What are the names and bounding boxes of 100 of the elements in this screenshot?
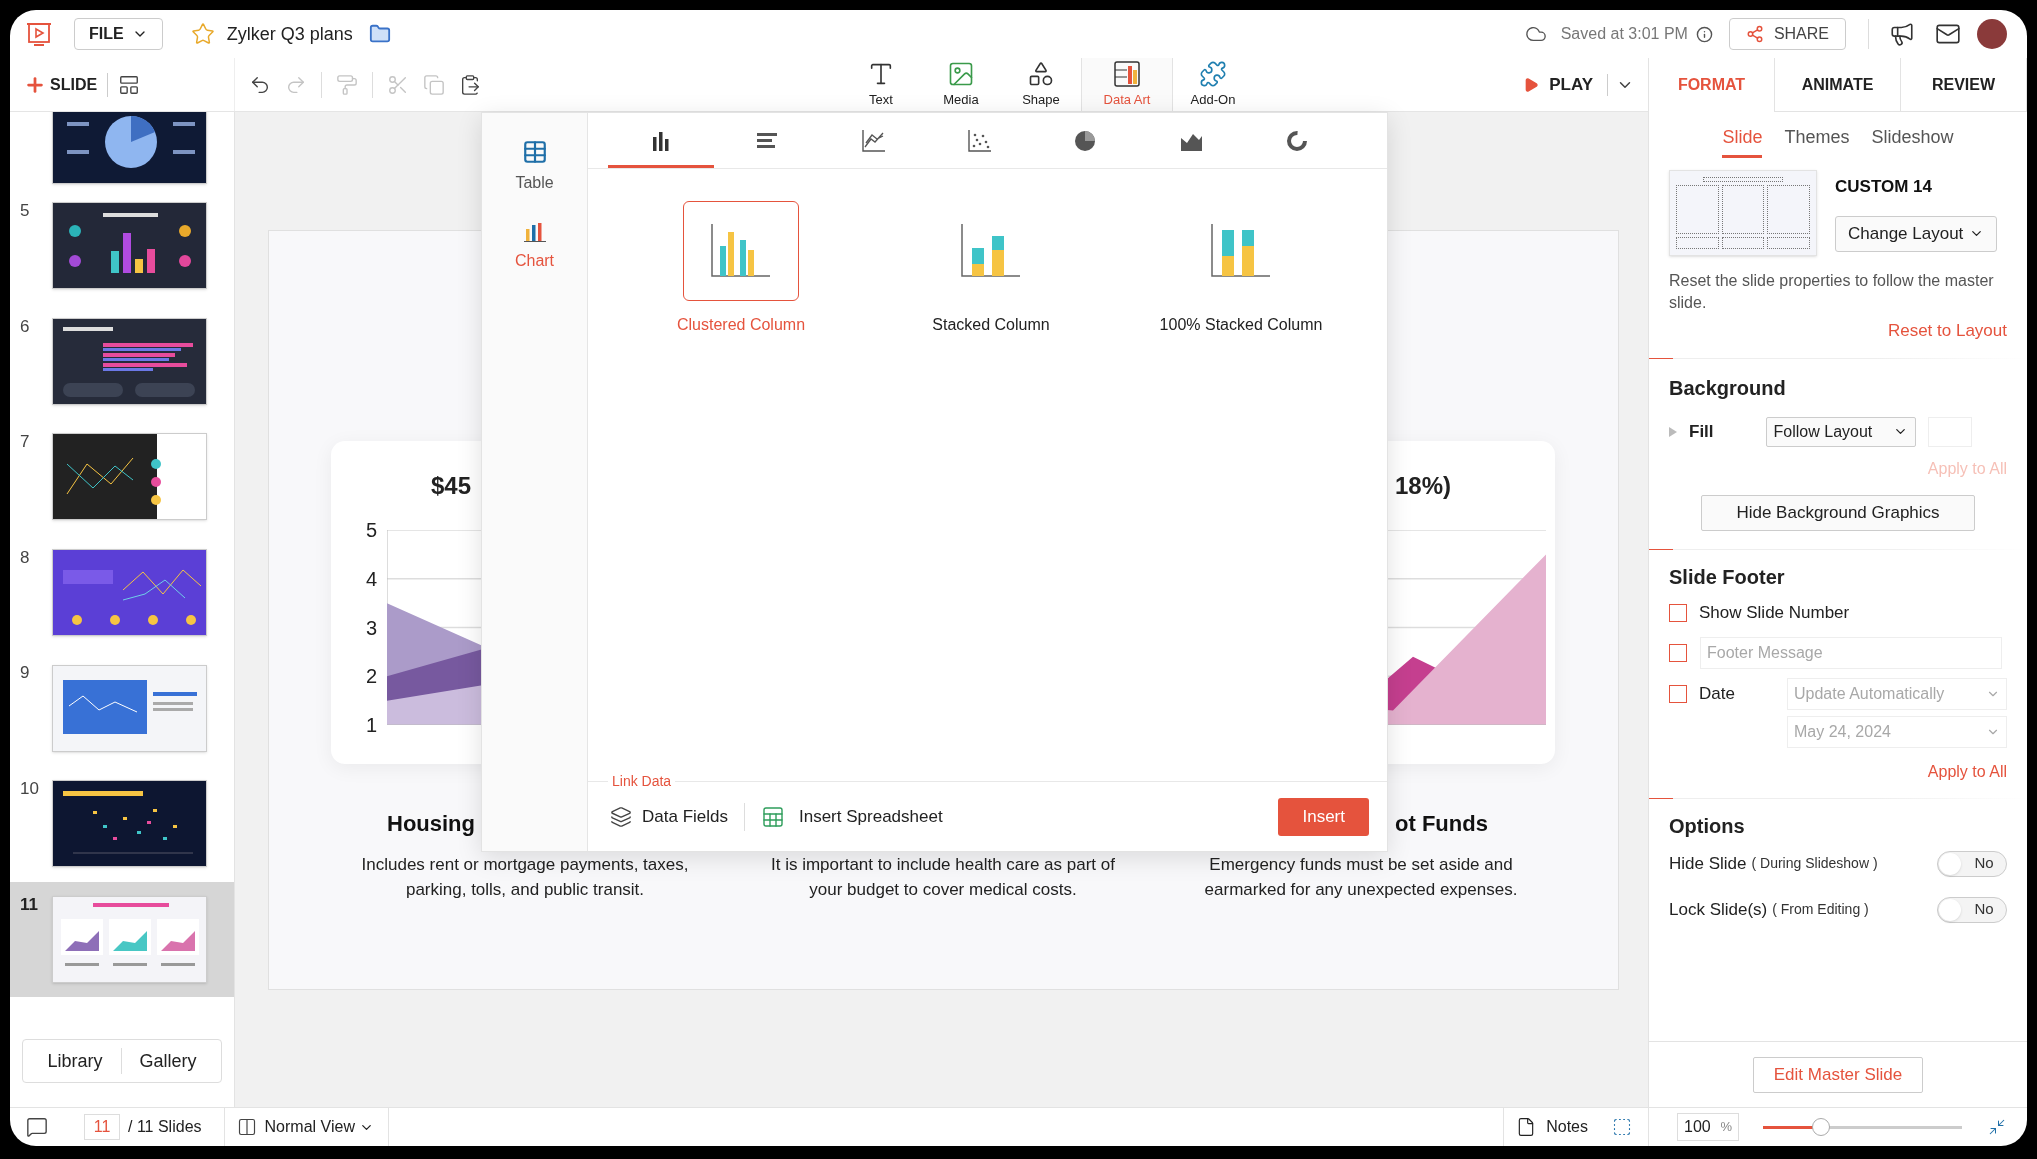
user-avatar[interactable] xyxy=(1977,19,2007,49)
fill-label: Fill xyxy=(1689,420,1714,443)
axis-label: 1 xyxy=(364,715,377,735)
paste-icon[interactable] xyxy=(459,73,481,96)
share-icon xyxy=(1745,25,1764,43)
slide-number: 10 xyxy=(20,777,40,800)
axis-label: 4 xyxy=(364,568,377,589)
comment-icon[interactable] xyxy=(26,1116,48,1138)
apply-to-all-link[interactable]: Apply to All xyxy=(1927,759,2007,784)
slide-thumbnail[interactable] xyxy=(52,780,207,868)
option-label: Hide Slide xyxy=(1669,852,1747,875)
slide-thumbnail[interactable] xyxy=(52,664,207,752)
zoom-field[interactable]: 100 % xyxy=(1677,1113,1739,1141)
zoom-slider-thumb[interactable] xyxy=(1811,1118,1830,1136)
checkbox-label: Date xyxy=(1699,682,1735,705)
megaphone-icon[interactable] xyxy=(1889,21,1915,47)
panel-tab-button[interactable]: Gallery xyxy=(121,1047,215,1075)
slide-number: 6 xyxy=(20,315,31,338)
insert-tool[interactable]: Text xyxy=(841,58,921,111)
axis-label: 2 xyxy=(364,666,377,687)
play-button[interactable]: PLAY xyxy=(1523,71,1593,98)
fill-dropdown[interactable]: Follow Layout xyxy=(1765,416,1916,447)
reset-layout-link[interactable]: Reset to Layout xyxy=(1887,318,2007,344)
data-fields-button[interactable]: Data Fields xyxy=(610,803,728,830)
folder-icon[interactable] xyxy=(368,23,391,45)
slide-thumbnail[interactable] xyxy=(52,317,207,405)
slide-number-field[interactable]: 11 xyxy=(84,1114,120,1140)
card-description: Emergency funds must be set aside and earmarked for any unexpected expenses. xyxy=(1203,854,1519,901)
checkbox[interactable] xyxy=(1669,684,1687,703)
insert-tool[interactable]: Media xyxy=(921,58,1001,111)
edit-master-slide-button[interactable]: Edit Master Slide xyxy=(1752,1056,1924,1093)
save-status: Saved at 3:01 PM xyxy=(1560,24,1688,44)
slide-thumbnail[interactable] xyxy=(52,112,207,184)
panel-tab[interactable]: ANIMATE xyxy=(1775,58,1901,112)
layout-icon[interactable] xyxy=(118,73,141,96)
toggle-state: No xyxy=(1973,899,1995,920)
chart-variant[interactable]: 100% Stacked Column xyxy=(1116,201,1366,337)
new-slide-button[interactable]: SLIDE xyxy=(24,72,98,97)
category-tab[interactable]: Chart xyxy=(514,221,555,273)
toggle-switch[interactable]: No xyxy=(1937,896,2007,923)
slide-thumbnail[interactable] xyxy=(52,895,207,983)
toggle-switch[interactable]: No xyxy=(1937,850,2007,877)
zoom-slider-track[interactable] xyxy=(1763,1125,1962,1129)
chart-variant[interactable]: Clustered Column xyxy=(616,201,866,337)
layout-name: CUSTOM 14 xyxy=(1835,176,1933,198)
slide-number: 5 xyxy=(20,200,31,222)
sub-tab[interactable]: Themes xyxy=(1784,124,1850,158)
axis-label: 3 xyxy=(364,617,377,638)
axis-label: 5 xyxy=(364,520,377,540)
slide-number: 9 xyxy=(20,662,31,685)
checkbox-label: Show Slide Number xyxy=(1699,601,1850,624)
sub-tab[interactable]: Slideshow xyxy=(1871,124,1954,158)
fit-screen-icon[interactable] xyxy=(1988,1118,2006,1136)
view-icon xyxy=(236,1117,257,1137)
card-description: Includes rent or mortgage payments, taxes, parking, tolls, and public transit. xyxy=(360,854,690,901)
chart-title: 18%) xyxy=(1395,470,1452,501)
zoom-value: 100 xyxy=(1684,1117,1711,1137)
insert-tool[interactable]: Add-On xyxy=(1173,58,1253,111)
panel-tab[interactable]: REVIEW xyxy=(1901,58,2027,112)
category-tab[interactable]: Table xyxy=(515,139,554,195)
section-heading: Background xyxy=(1669,375,1787,401)
option-label: Lock Slide(s) xyxy=(1669,898,1768,921)
toggle-state: No xyxy=(1973,853,1995,874)
card-heading: ot Funds xyxy=(1395,809,1488,838)
hide-background-graphics-button[interactable]: Hide Background Graphics xyxy=(1701,494,1975,531)
table-icon xyxy=(521,139,548,165)
chart-variant[interactable]: Stacked Column xyxy=(866,201,1116,337)
play-icon xyxy=(1523,76,1540,93)
insert-spreadsheet-button[interactable]: Insert Spreadsheet xyxy=(761,803,943,830)
checkbox[interactable] xyxy=(1669,603,1687,622)
slide-thumbnail[interactable] xyxy=(52,202,207,290)
share-button[interactable]: SHARE xyxy=(1728,18,1846,50)
star-icon[interactable] xyxy=(190,22,215,46)
notes-button[interactable]: Notes xyxy=(1516,1115,1588,1139)
view-dropdown[interactable]: Normal View xyxy=(264,1115,374,1139)
slide-count: / 11 Slides xyxy=(128,1117,202,1137)
insert-button[interactable]: Insert xyxy=(1278,797,1369,836)
card-heading: Housing xyxy=(387,809,475,838)
slide-thumbnail[interactable] xyxy=(52,549,207,637)
scatter-chart-icon xyxy=(966,127,992,154)
document-title: Zylker Q3 plans xyxy=(226,22,353,46)
file-menu-button[interactable]: FILE xyxy=(74,18,163,50)
section-heading: Options xyxy=(1669,813,1746,839)
slide-number: 8 xyxy=(20,546,31,569)
section-heading: Slide Footer xyxy=(1669,564,1786,590)
sub-tab[interactable]: Slide xyxy=(1722,124,1763,158)
insert-tool[interactable]: Data Art xyxy=(1081,58,1173,111)
fit-icon[interactable] xyxy=(1612,1117,1632,1137)
slide-number: 7 xyxy=(20,431,31,454)
slide-thumbnail[interactable] xyxy=(52,433,207,521)
change-layout-dropdown[interactable]: Change Layout xyxy=(1835,215,1998,252)
spreadsheet-icon xyxy=(761,804,785,829)
chart-title: $45 xyxy=(431,470,472,501)
chart-icon xyxy=(522,221,547,243)
info-icon[interactable] xyxy=(1695,25,1713,43)
insert-tool[interactable]: Shape xyxy=(1001,58,1081,111)
presentation-logo[interactable] xyxy=(26,21,52,47)
chart-grid-icon xyxy=(1113,59,1141,88)
checkbox[interactable] xyxy=(1669,643,1687,662)
panel-tab-button[interactable]: Library xyxy=(29,1047,121,1075)
